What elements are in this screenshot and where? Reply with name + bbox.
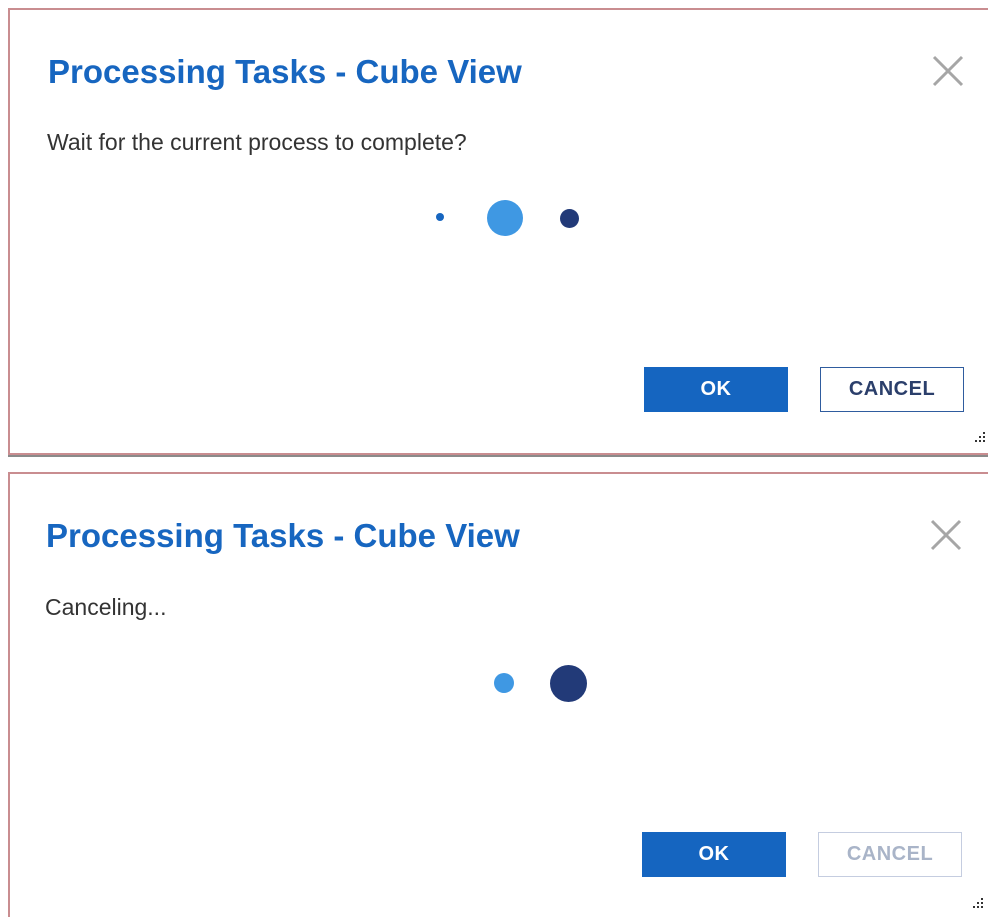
cancel-button[interactable]: CANCEL <box>820 367 964 412</box>
loading-dot-medium <box>560 209 579 228</box>
close-icon <box>930 519 962 551</box>
dialog-message: Canceling... <box>45 594 167 620</box>
loading-dot-large <box>487 200 523 236</box>
resize-grip[interactable] <box>970 896 984 910</box>
cancel-button: CANCEL <box>818 832 962 877</box>
processing-tasks-dialog-canceling: Processing Tasks - Cube View Canceling..… <box>8 472 988 917</box>
ok-button[interactable]: OK <box>642 832 786 877</box>
close-icon <box>932 55 964 87</box>
dialog-title: Processing Tasks - Cube View <box>48 53 522 90</box>
resize-grip-icon <box>975 432 985 442</box>
resize-grip-icon <box>973 898 983 908</box>
dialog-title: Processing Tasks - Cube View <box>46 517 520 554</box>
resize-grip[interactable] <box>972 430 986 444</box>
loading-dot-medium <box>494 673 514 693</box>
ok-button[interactable]: OK <box>644 367 788 412</box>
processing-tasks-dialog: Processing Tasks - Cube View Wait for th… <box>8 8 988 455</box>
dialog-message: Wait for the current process to complete… <box>47 129 467 155</box>
close-button[interactable] <box>928 51 968 91</box>
loading-dot-large <box>550 665 587 702</box>
loading-dot-small <box>436 213 444 221</box>
close-button[interactable] <box>926 515 966 555</box>
